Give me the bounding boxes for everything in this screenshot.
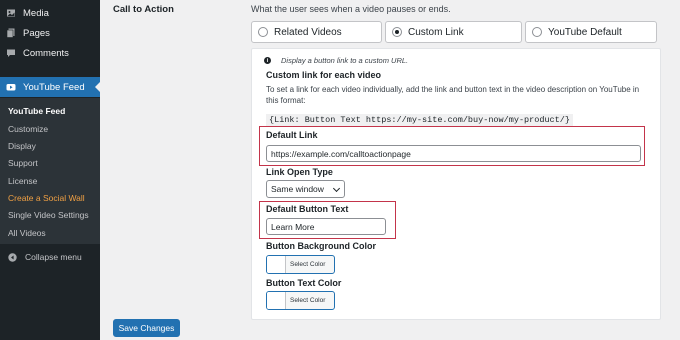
option-youtube-default[interactable]: YouTube Default xyxy=(525,21,657,43)
button-text-color-label: Button Text Color xyxy=(266,278,342,288)
youtube-icon xyxy=(6,82,16,92)
link-open-type-value: Same window xyxy=(271,184,324,194)
select-color-label: Select Color xyxy=(290,297,326,304)
sidebar-item-label: Media xyxy=(23,7,49,19)
sidebar-item-pages[interactable]: Pages xyxy=(0,23,100,43)
media-icon xyxy=(6,8,16,18)
text-color-swatch xyxy=(267,292,286,309)
submenu-item-customize[interactable]: Customize xyxy=(8,124,48,134)
link-open-type-label: Link Open Type xyxy=(266,167,333,177)
default-link-input[interactable]: https://example.com/calltoactionpage xyxy=(266,145,641,162)
option-custom-link[interactable]: Custom Link xyxy=(385,21,522,43)
info-note: i Display a button link to a custom URL. xyxy=(264,56,408,65)
sidebar-item-youtube-feed[interactable]: YouTube Feed xyxy=(0,77,100,97)
radio-related-videos[interactable] xyxy=(258,27,268,37)
admin-sidebar: Media Pages Comments YouTube Feed YouTub… xyxy=(0,0,100,340)
submenu-item-display[interactable]: Display xyxy=(8,141,36,151)
default-button-text-label: Default Button Text xyxy=(266,204,349,214)
default-link-label: Default Link xyxy=(266,130,318,140)
submenu-item-license[interactable]: License xyxy=(8,176,37,186)
collapse-menu-label: Collapse menu xyxy=(25,252,82,262)
sidebar-item-comments[interactable]: Comments xyxy=(0,43,100,63)
select-color-label: Select Color xyxy=(290,261,326,268)
custom-link-instructions: To set a link for each video individuall… xyxy=(266,85,640,105)
chevron-down-icon xyxy=(332,184,341,193)
radio-youtube-default[interactable] xyxy=(532,27,542,37)
info-icon: i xyxy=(264,57,271,64)
background-color-picker[interactable]: Select Color xyxy=(266,255,335,274)
pages-icon xyxy=(6,28,16,38)
text-color-picker[interactable]: Select Color xyxy=(266,291,335,310)
youtube-feed-submenu: YouTube Feed Customize Display Support L… xyxy=(0,98,100,244)
current-menu-arrow xyxy=(95,82,100,92)
collapse-icon xyxy=(8,252,17,262)
option-label: Related Videos xyxy=(274,26,342,38)
option-label: Custom Link xyxy=(408,26,464,38)
comments-icon xyxy=(6,48,16,58)
option-label: YouTube Default xyxy=(548,26,622,38)
call-to-action-label: Call to Action xyxy=(113,4,174,15)
default-button-text-input[interactable]: Learn More xyxy=(266,218,386,235)
save-changes-button[interactable]: Save Changes xyxy=(113,319,180,337)
sidebar-item-media[interactable]: Media xyxy=(0,3,100,23)
custom-link-heading: Custom link for each video xyxy=(266,70,382,80)
collapse-menu-button[interactable]: Collapse menu xyxy=(0,250,100,264)
submenu-item-create-social-wall[interactable]: Create a Social Wall xyxy=(8,193,85,203)
background-color-swatch xyxy=(267,256,286,273)
sidebar-item-label: Pages xyxy=(23,27,50,39)
submenu-item-all-videos[interactable]: All Videos xyxy=(8,228,46,238)
option-related-videos[interactable]: Related Videos xyxy=(251,21,382,43)
submenu-item-youtube-feed[interactable]: YouTube Feed xyxy=(8,106,65,116)
submenu-item-support[interactable]: Support xyxy=(8,158,38,168)
sidebar-item-label: Comments xyxy=(23,47,69,59)
call-to-action-description: What the user sees when a video pauses o… xyxy=(251,4,451,14)
radio-custom-link[interactable] xyxy=(392,27,402,37)
sidebar-item-label: YouTube Feed xyxy=(23,81,85,93)
link-open-type-select[interactable]: Same window xyxy=(266,180,345,198)
info-text: Display a button link to a custom URL. xyxy=(281,56,409,65)
submenu-item-single-video-settings[interactable]: Single Video Settings xyxy=(8,210,89,220)
button-background-color-label: Button Background Color xyxy=(266,241,376,251)
custom-link-format-code: {Link: Button Text https://my-site.com/b… xyxy=(266,114,573,126)
